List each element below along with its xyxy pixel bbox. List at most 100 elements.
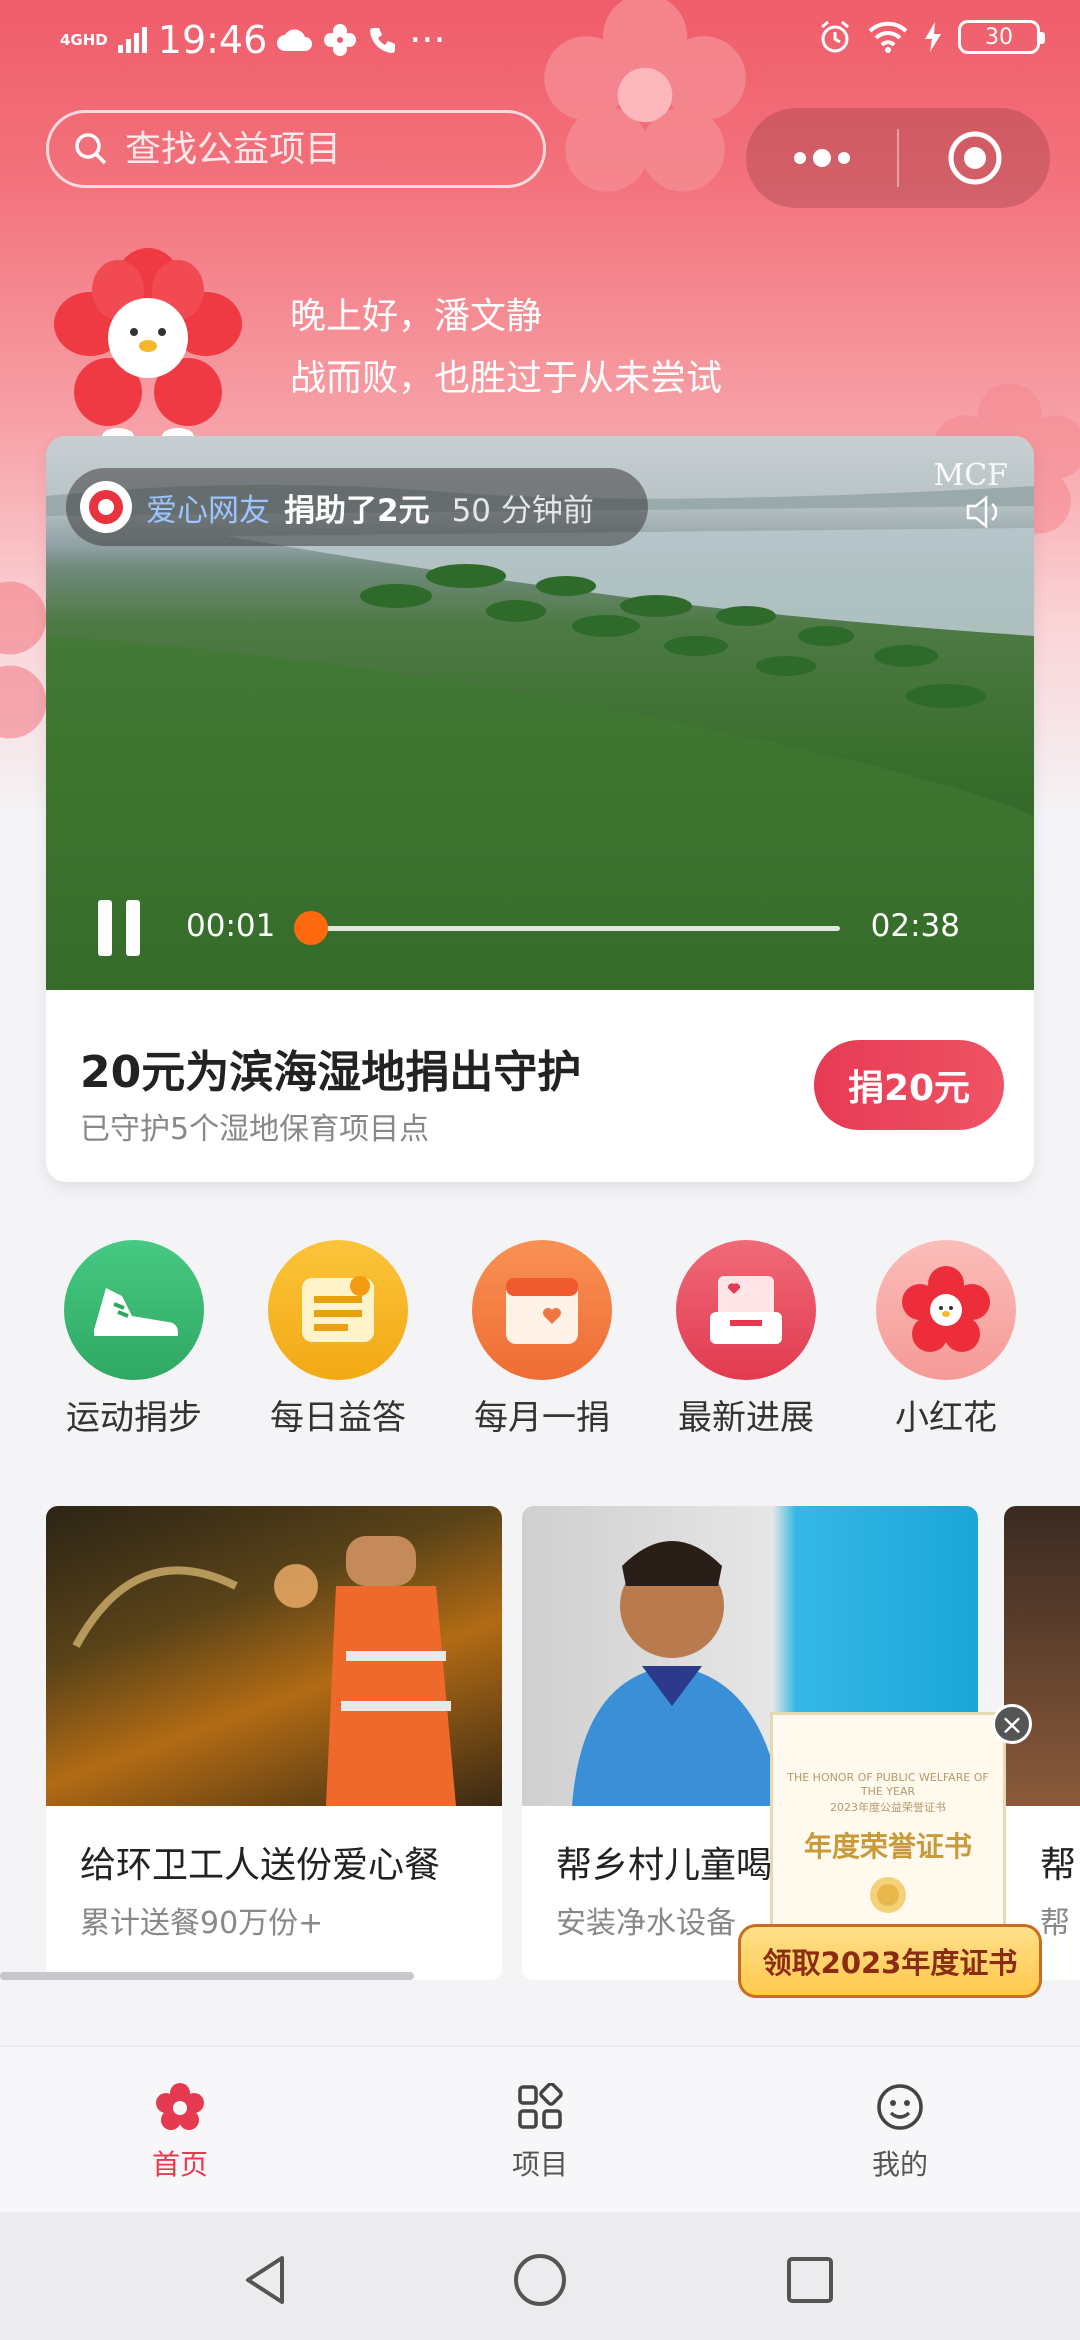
- nav-label: 首页: [151, 2148, 208, 2181]
- sound-icon[interactable]: [964, 494, 1004, 530]
- quick-action-circle: [876, 1240, 1016, 1380]
- featured-title: 20元为滨海湿地捐出守护: [80, 1047, 582, 1098]
- progress-bar[interactable]: [308, 926, 840, 931]
- clock: 19:46: [157, 18, 268, 62]
- nav-icon-wrap: [152, 2079, 208, 2135]
- quick-action-steps[interactable]: 运动捐步: [44, 1240, 224, 1439]
- back-triangle-icon[interactable]: [236, 2250, 296, 2310]
- search-bar[interactable]: [46, 110, 546, 188]
- flower-home-icon: [156, 2083, 204, 2130]
- quick-action-label: 运动捐步: [66, 1398, 202, 1438]
- donor-name: 爱心网友: [146, 492, 270, 529]
- certificate-small-title: 2023年度公益荣誉证书: [830, 1801, 946, 1814]
- project-image: [46, 1506, 502, 1806]
- pause-button[interactable]: [98, 900, 142, 956]
- quick-action-circle: [472, 1240, 612, 1380]
- project-card[interactable]: 给环卫工人送份爱心餐 累计送餐90万份+: [46, 1506, 502, 1980]
- search-icon: [75, 133, 107, 165]
- red-flower-mascot-icon: [54, 248, 242, 444]
- quick-action-circle: [64, 1240, 204, 1380]
- quiz-card-icon: [302, 1276, 374, 1342]
- donate-button[interactable]: 捐20元: [814, 1040, 1004, 1130]
- quick-action-quiz[interactable]: 每日益答: [248, 1240, 428, 1439]
- close-miniprogram-button[interactable]: [899, 108, 1050, 208]
- video-controls: 00:01 02:38: [46, 886, 1034, 966]
- more-dots-icon: [793, 149, 850, 167]
- current-time: 00:01: [186, 908, 276, 944]
- more-notifications: ···: [409, 18, 446, 62]
- project-title: 帮乡村儿童喝: [556, 1845, 773, 1886]
- quick-action-label: 最新进展: [678, 1398, 814, 1438]
- nav-icon-wrap: [512, 2079, 568, 2135]
- nav-icon-wrap: [872, 2079, 928, 2135]
- quick-action-label: 每日益答: [270, 1398, 406, 1438]
- donation-time: 50 分钟前: [451, 492, 594, 529]
- nav-mine[interactable]: 我的: [810, 2079, 990, 2183]
- project-subtitle: 帮: [1040, 1906, 1070, 1941]
- cloud-icon: [277, 29, 313, 51]
- flower-avatar-icon: [89, 490, 123, 524]
- certificate-english: THE HONOR OF PUBLIC WELFARE OF THE YEAR: [787, 1771, 989, 1798]
- nav-projects[interactable]: 项目: [450, 2079, 630, 2183]
- featured-project-card[interactable]: 爱心网友 捐助了2元 50 分钟前 MCF 00:01 02:38 20元为滨海…: [46, 436, 1034, 1182]
- greeting-block: 晚上好，潘文静 战而败，也胜过于从未尝试: [290, 286, 722, 410]
- greeting-salutation: 晚上好，潘文静: [290, 296, 543, 337]
- signal-icon: [117, 27, 147, 53]
- miniprogram-capsule: [746, 108, 1050, 208]
- pinwheel-icon: [324, 24, 357, 56]
- progress-knob[interactable]: [294, 911, 328, 945]
- sanitation-worker-photo: [72, 1536, 456, 1806]
- wifi-call-icon: [370, 28, 396, 53]
- donor-avatar: [80, 481, 132, 533]
- nav-label: 项目: [511, 2148, 568, 2181]
- wifi-icon: [868, 21, 908, 53]
- featured-subtitle: 已守护5个湿地保育项目点: [80, 1112, 430, 1147]
- project-subtitle: 安装净水设备: [556, 1906, 736, 1941]
- project-subtitle: 累计送餐90万份+: [80, 1906, 324, 1941]
- claim-certificate-button[interactable]: 领取2023年度证书: [738, 1924, 1042, 1998]
- carousel-scrollbar[interactable]: [0, 1972, 414, 1980]
- quick-actions: 运动捐步 每日益答 每月一捐 最新进展 小红花: [0, 1240, 1080, 1440]
- inbox-heart-icon: [710, 1276, 782, 1344]
- more-options-button[interactable]: [746, 108, 897, 208]
- medal-icon: [870, 1877, 906, 1913]
- search-input[interactable]: [123, 127, 527, 171]
- quick-action-progress[interactable]: 最新进展: [656, 1240, 836, 1439]
- quick-action-circle: [676, 1240, 816, 1380]
- battery-level: 30: [985, 24, 1013, 50]
- project-title: 给环卫工人送份爱心餐: [80, 1845, 441, 1886]
- video-player[interactable]: 爱心网友 捐助了2元 50 分钟前 MCF 00:01 02:38: [46, 436, 1034, 990]
- project-title: 帮: [1040, 1845, 1077, 1886]
- network-type: 4GHD: [60, 31, 108, 49]
- target-circle-icon: [948, 131, 1001, 185]
- system-navigation-bar: [0, 2212, 1080, 2340]
- quick-action-label: 每月一捐: [474, 1398, 610, 1438]
- quick-action-circle: [268, 1240, 408, 1380]
- greeting-quote: 战而败，也胜过于从未尝试: [290, 358, 723, 399]
- sneaker-icon: [94, 1288, 178, 1336]
- nav-label: 我的: [871, 2148, 928, 2181]
- project-image: [1004, 1506, 1080, 1806]
- featured-info: 20元为滨海湿地捐出守护 已守护5个湿地保育项目点 捐20元: [46, 990, 1034, 1182]
- brand-logo: MCF: [933, 458, 1009, 493]
- certificate-title: 年度荣誉证书: [803, 1830, 972, 1863]
- battery-indicator: 30: [958, 20, 1045, 54]
- close-certificate-button[interactable]: ×: [992, 1704, 1032, 1744]
- quick-action-flower[interactable]: 小红花: [856, 1240, 1036, 1439]
- donation-amount: 捐助了2元: [284, 492, 430, 529]
- home-circle-icon[interactable]: [510, 2250, 570, 2310]
- alarm-icon: [821, 20, 849, 53]
- red-flower-icon: [902, 1266, 990, 1352]
- status-bar: 4GHD 19:46 ··· 30: [0, 0, 1080, 84]
- bottom-navigation: 首页 项目 我的: [0, 2046, 1080, 2213]
- video-duration: 02:38: [870, 908, 960, 944]
- recent-donation-ticker: 爱心网友 捐助了2元 50 分钟前: [66, 468, 648, 546]
- smiley-icon: [877, 2084, 923, 2130]
- recents-square-icon[interactable]: [780, 2250, 840, 2310]
- certificate-popup[interactable]: THE HONOR OF PUBLIC WELFARE OF THE YEAR …: [770, 1712, 1006, 1928]
- quick-action-monthly[interactable]: 每月一捐: [452, 1240, 632, 1439]
- quick-action-label: 小红花: [895, 1398, 997, 1438]
- grid-apps-icon: [518, 2083, 563, 2129]
- charging-icon: [925, 22, 941, 52]
- nav-home[interactable]: 首页: [90, 2079, 270, 2183]
